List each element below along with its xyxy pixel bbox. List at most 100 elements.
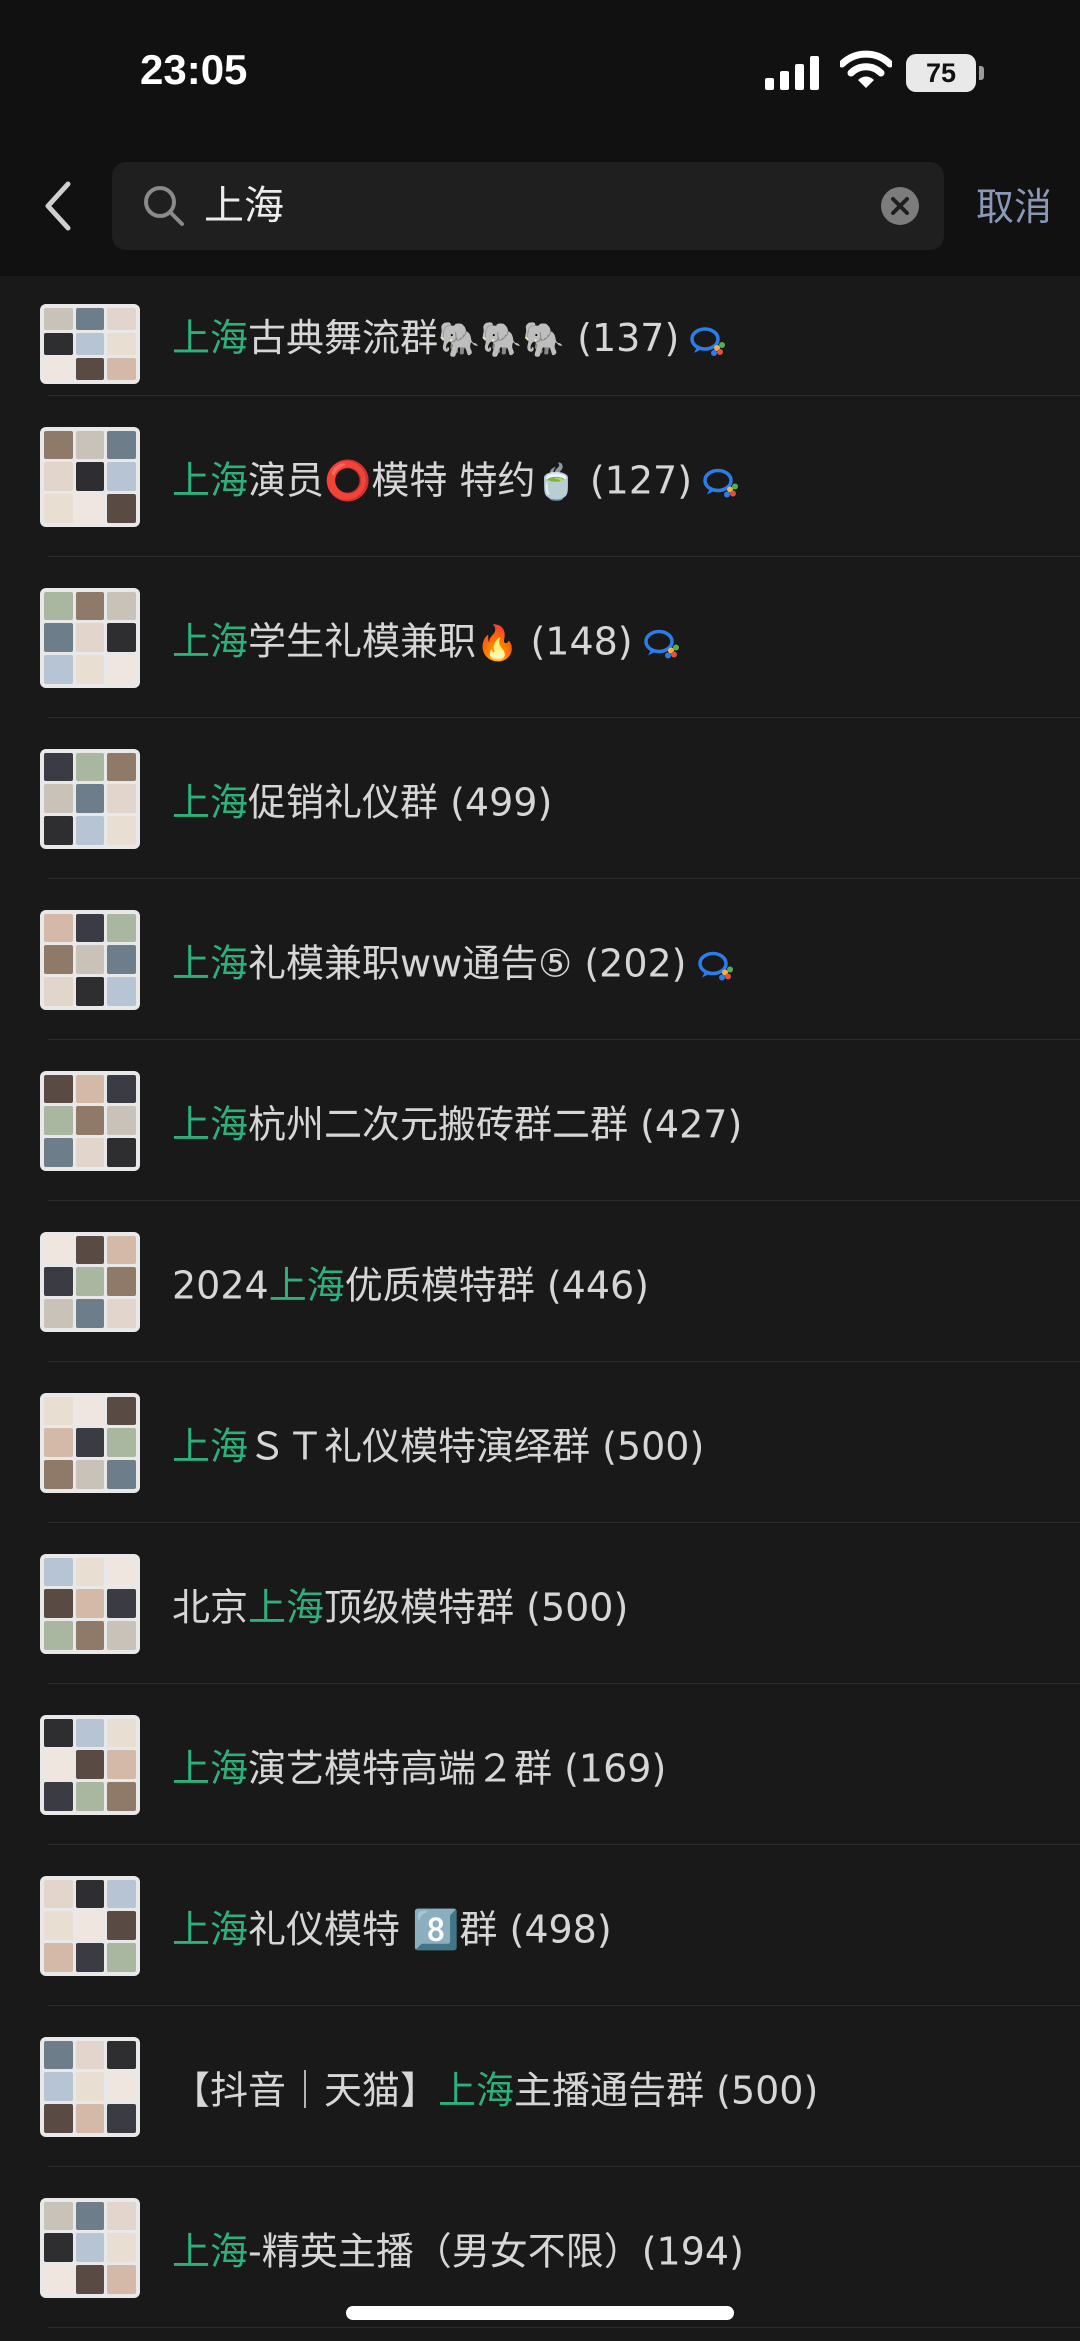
group-name-emoji: 🔥 bbox=[476, 623, 519, 663]
group-avatar bbox=[40, 1070, 140, 1171]
avatar-tile bbox=[75, 752, 105, 782]
group-name-count: (500) bbox=[514, 1585, 629, 1629]
avatar-tile bbox=[75, 2201, 105, 2231]
avatar-tile bbox=[44, 1235, 73, 1265]
list-item[interactable]: 上海ＳＴ礼仪模特演绎群 (500) bbox=[0, 1362, 1080, 1523]
avatar-tile bbox=[107, 2264, 136, 2294]
avatar-tile bbox=[75, 493, 105, 523]
list-item[interactable]: 上海演艺模特高端２群 (169) bbox=[0, 1684, 1080, 1845]
list-item[interactable]: 上海-精英主播（男女不限）(194) bbox=[0, 2167, 1080, 2328]
avatar-tile bbox=[75, 2072, 105, 2101]
avatar-tile bbox=[44, 815, 73, 845]
avatar-tile bbox=[107, 1942, 136, 1972]
group-name-post: 学生礼模兼职 bbox=[248, 619, 477, 663]
avatar-tile bbox=[44, 1620, 73, 1650]
avatar-tile bbox=[75, 945, 105, 974]
group-name-post: 古典舞流群 bbox=[248, 316, 439, 360]
avatar-tile bbox=[44, 1074, 73, 1104]
list-item[interactable]: 上海学生礼模兼职🔥 (148) bbox=[0, 557, 1080, 718]
avatar-tile bbox=[107, 1396, 136, 1426]
avatar-tile bbox=[44, 2201, 73, 2231]
back-arrow-icon[interactable] bbox=[40, 178, 80, 234]
list-item[interactable]: 上海礼模兼职ww通告⑤ (202) bbox=[0, 879, 1080, 1040]
list-item[interactable]: 上海促销礼仪群 (499) bbox=[0, 718, 1080, 879]
group-name-hl: 上海 bbox=[172, 780, 249, 824]
avatar-tile bbox=[44, 430, 73, 460]
group-avatar bbox=[40, 1392, 140, 1493]
wifi-icon bbox=[840, 50, 892, 88]
list-item[interactable]: 上海演员⭕模特 特约🍵 (127) bbox=[0, 396, 1080, 557]
cellular-signal-icon bbox=[765, 56, 819, 90]
avatar-tile bbox=[75, 1911, 105, 1940]
avatar-tile bbox=[107, 654, 136, 684]
group-name-post: 顶级模特群 bbox=[324, 1585, 515, 1629]
row-divider bbox=[48, 2327, 1080, 2328]
avatar-tile bbox=[44, 493, 73, 523]
group-name-count: (500) bbox=[704, 2068, 819, 2112]
group-name-post: 礼仪模特 8️⃣群 bbox=[248, 1907, 498, 1951]
group-name-hl: 上海 bbox=[172, 2229, 249, 2273]
avatar-tile bbox=[107, 1428, 136, 1457]
avatar-tile bbox=[44, 913, 73, 943]
group-name-pre: 北京 bbox=[172, 1585, 249, 1629]
avatar-tile bbox=[75, 1459, 105, 1489]
avatar-tile bbox=[107, 1074, 136, 1104]
avatar-tile bbox=[75, 623, 105, 652]
avatar-tile bbox=[75, 333, 105, 355]
search-query[interactable]: 上海 bbox=[204, 180, 284, 232]
avatar-tile bbox=[44, 1298, 73, 1328]
avatar-tile bbox=[44, 623, 73, 652]
avatar-tile bbox=[107, 752, 136, 782]
search-icon bbox=[144, 186, 184, 226]
avatar-tile bbox=[75, 430, 105, 460]
avatar-tile bbox=[107, 1911, 136, 1940]
avatar-tile bbox=[107, 2040, 136, 2070]
avatar-tile bbox=[107, 333, 136, 355]
group-name-post: 优质模特群 bbox=[344, 1263, 535, 1307]
avatar-tile bbox=[44, 654, 73, 684]
group-avatar bbox=[40, 2197, 140, 2298]
list-item[interactable]: 上海古典舞流群🐘🐘🐘 (137) bbox=[0, 276, 1080, 396]
group-name-count: (127) bbox=[577, 458, 693, 502]
avatar-tile bbox=[44, 333, 73, 355]
avatar-tile bbox=[107, 591, 136, 621]
avatar-tile bbox=[75, 1718, 105, 1748]
list-item[interactable]: 北京上海顶级模特群 (500) bbox=[0, 1523, 1080, 1684]
group-avatar bbox=[40, 748, 140, 849]
group-name: 上海古典舞流群🐘🐘🐘 (137) bbox=[172, 307, 727, 362]
avatar-tile bbox=[44, 1942, 73, 1972]
group-avatar bbox=[40, 1875, 140, 1976]
list-item[interactable]: 上海杭州二次元搬砖群二群 (427) bbox=[0, 1040, 1080, 1201]
avatar-tile bbox=[75, 591, 105, 621]
list-item[interactable]: 2024上海优质模特群 (446) bbox=[0, 1201, 1080, 1362]
list-item[interactable]: 上海礼仪模特 8️⃣群 (498) bbox=[0, 1845, 1080, 2006]
avatar-tile bbox=[44, 1106, 73, 1135]
avatar-tile bbox=[44, 1718, 73, 1748]
wecom-chat-icon bbox=[703, 468, 739, 498]
avatar-tile bbox=[44, 945, 73, 974]
avatar-tile bbox=[107, 1781, 136, 1811]
avatar-tile bbox=[44, 1879, 73, 1909]
avatar-tile bbox=[75, 913, 105, 943]
group-name: 上海杭州二次元搬砖群二群 (427) bbox=[172, 1093, 742, 1148]
avatar-tile bbox=[44, 1267, 73, 1296]
group-name-count: (148) bbox=[518, 619, 633, 663]
avatar-tile bbox=[44, 462, 73, 491]
avatar-tile bbox=[44, 2233, 73, 2262]
avatar-tile bbox=[75, 976, 105, 1006]
group-name: 上海演艺模特高端２群 (169) bbox=[172, 1737, 666, 1792]
cancel-button[interactable]: 取消 bbox=[976, 182, 1052, 232]
group-name-emoji: 🍵 bbox=[535, 462, 578, 502]
list-item[interactable]: 【抖音｜天猫】上海主播通告群 (500) bbox=[0, 2006, 1080, 2167]
avatar-tile bbox=[44, 2040, 73, 2070]
avatar-tile bbox=[44, 2103, 73, 2133]
search-input[interactable]: 上海 bbox=[112, 162, 944, 250]
avatar-tile bbox=[107, 2103, 136, 2133]
avatar-tile bbox=[44, 1750, 73, 1779]
avatar-tile bbox=[75, 654, 105, 684]
clear-icon[interactable] bbox=[880, 186, 920, 226]
avatar-tile bbox=[107, 1718, 136, 1748]
avatar-tile bbox=[44, 1911, 73, 1940]
group-name-count: (427) bbox=[628, 1102, 743, 1146]
group-avatar bbox=[40, 1553, 140, 1654]
